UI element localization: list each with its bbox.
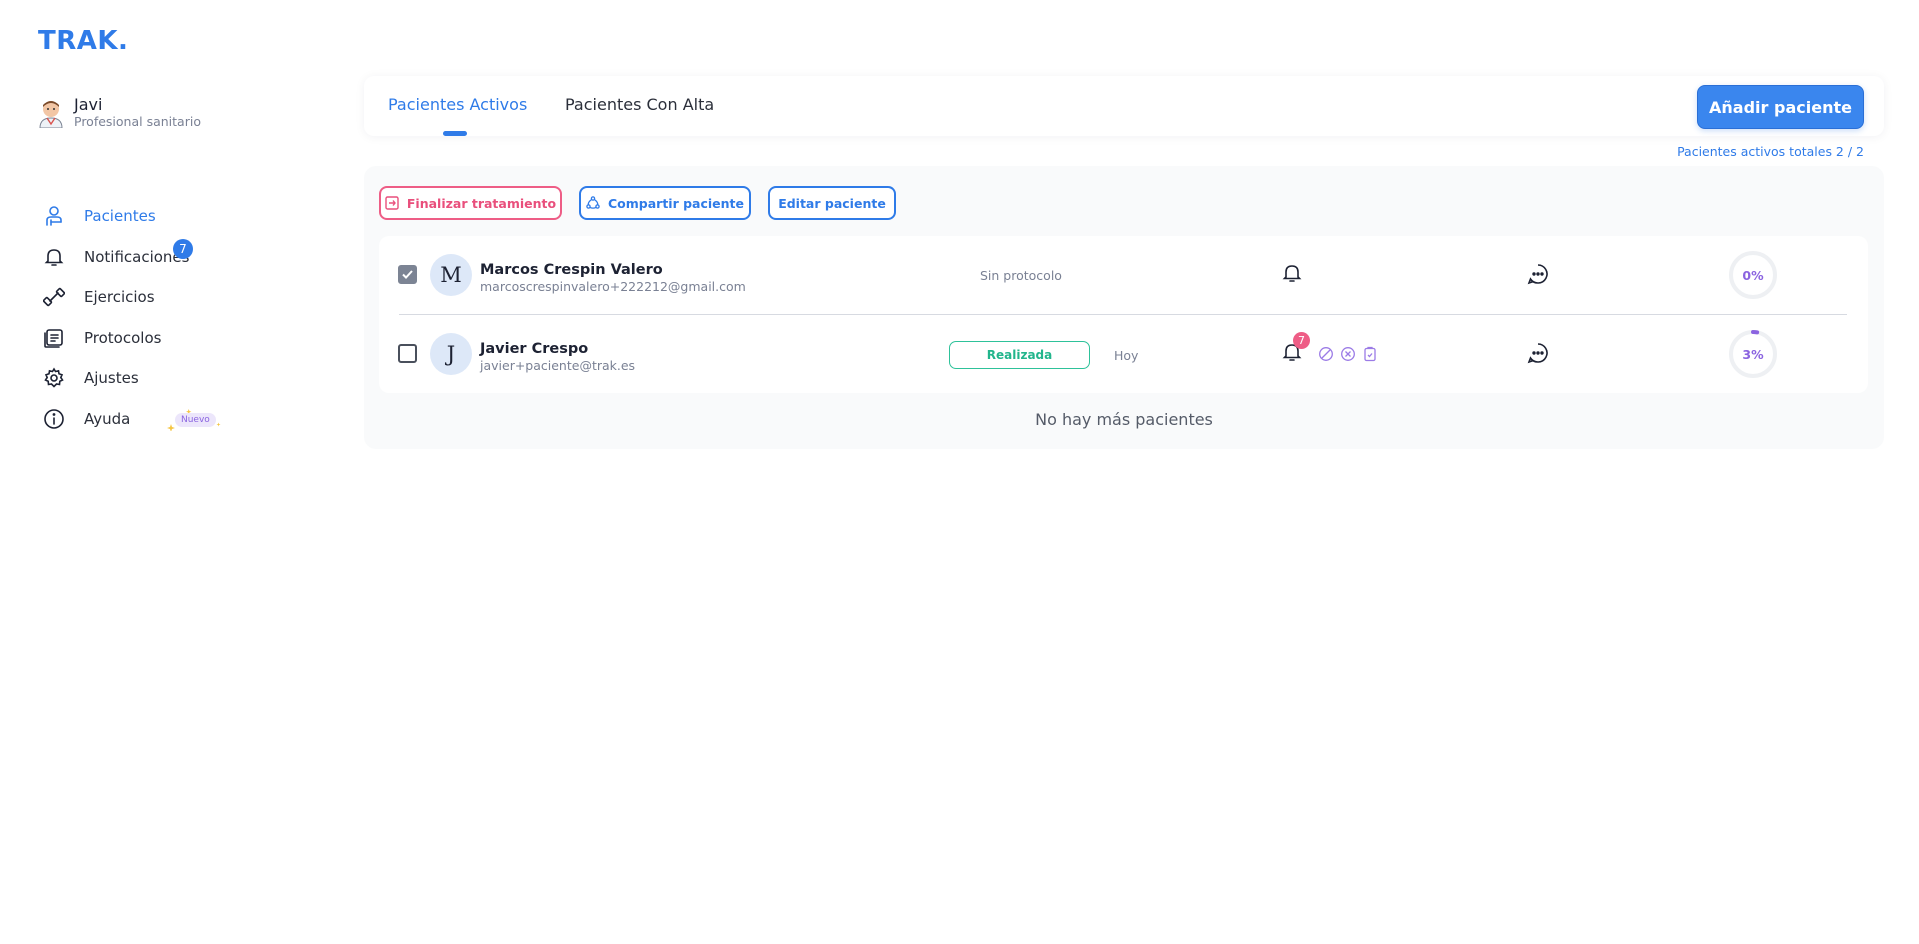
patient-email: javier+paciente@trak.es: [480, 358, 636, 373]
patient-row[interactable]: J Javier Crespo javier+paciente@trak.es …: [379, 315, 1868, 393]
active-patients-count: Pacientes activos totales 2 / 2: [1677, 144, 1864, 159]
skipped-icon: [1318, 346, 1334, 362]
share-patient-label: Compartir paciente: [607, 195, 745, 211]
tab-pacientes-con-alta[interactable]: Pacientes Con Alta: [565, 95, 714, 114]
edit-patient-button[interactable]: Editar paciente: [768, 186, 896, 220]
finish-treatment-button[interactable]: Finalizar tratamiento: [379, 186, 562, 220]
notification-count-badge: 7: [173, 238, 193, 259]
cancel-icon: [1340, 346, 1356, 362]
patient-icon: [42, 204, 66, 228]
patient-name[interactable]: Marcos Crespin Valero: [480, 262, 663, 278]
last-activity-date: Hoy: [1114, 348, 1139, 363]
active-tab-indicator: [443, 131, 467, 136]
sidebar-item-label: Ajustes: [84, 369, 139, 388]
tab-pacientes-activos[interactable]: Pacientes Activos: [388, 95, 527, 114]
new-badge-label: Nuevo: [175, 412, 216, 427]
protocol-status: Sin protocolo: [980, 268, 1062, 283]
edit-patient-label: Editar paciente: [778, 195, 886, 211]
user-role: Profesional sanitario: [74, 114, 201, 129]
sidebar-item-label: Ayuda: [84, 409, 131, 428]
clipboard-icon: [42, 326, 66, 350]
clipboard-check-icon: [1362, 346, 1378, 362]
bell-icon: [42, 245, 66, 269]
patient-email: marcoscrespinvalero+222212@gmail.com: [480, 279, 746, 294]
add-patient-button[interactable]: Añadir paciente: [1697, 85, 1864, 129]
sidebar-item-label: Protocolos: [84, 328, 162, 347]
new-feature-badge: Nuevo: [166, 408, 222, 431]
no-more-patients-text: No hay más pacientes: [1035, 410, 1213, 429]
patient-avatar: M: [430, 254, 472, 296]
sidebar-item-label: Pacientes: [84, 207, 156, 226]
chat-icon[interactable]: [1526, 262, 1550, 286]
dumbbell-icon: [42, 285, 66, 309]
sidebar-item-ejercicios[interactable]: Ejercicios: [42, 277, 189, 318]
share-patient-button[interactable]: Compartir paciente: [579, 186, 751, 220]
patient-avatar: J: [430, 333, 472, 375]
sidebar-item-protocolos[interactable]: Protocolos: [42, 318, 189, 359]
patient-checkbox[interactable]: [398, 265, 417, 284]
patient-list: M Marcos Crespin Valero marcoscrespinval…: [379, 236, 1868, 393]
patient-checkbox[interactable]: [398, 344, 417, 363]
patient-row[interactable]: M Marcos Crespin Valero marcoscrespinval…: [379, 236, 1868, 314]
info-icon: [42, 407, 66, 431]
sidebar-item-ayuda[interactable]: Ayuda Nuevo: [42, 399, 221, 440]
gear-icon: [42, 366, 66, 390]
sidebar-item-pacientes[interactable]: Pacientes: [42, 196, 189, 237]
bell-icon[interactable]: [1281, 262, 1303, 284]
app-logo[interactable]: TRAK.: [38, 26, 128, 56]
sidebar-nav: Pacientes Notificaciones 7 Ejercicios Pr…: [42, 196, 221, 440]
session-status-icons: [1318, 346, 1378, 362]
sidebar-item-notificaciones[interactable]: Notificaciones 7: [42, 237, 193, 278]
status-badge: Realizada: [949, 341, 1090, 369]
progress-label: 0%: [1742, 267, 1764, 283]
chat-icon[interactable]: [1526, 341, 1550, 365]
progress-ring: 3%: [1728, 329, 1778, 379]
finish-treatment-label: Finalizar tratamiento: [406, 195, 557, 211]
patient-name[interactable]: Javier Crespo: [480, 341, 588, 357]
sidebar-item-label: Ejercicios: [84, 288, 155, 307]
progress-ring: 0%: [1728, 250, 1778, 300]
share-icon: [586, 196, 600, 209]
user-profile[interactable]: Javi Profesional sanitario: [38, 96, 201, 130]
progress-label: 3%: [1742, 346, 1764, 362]
checkmark-icon: [402, 270, 413, 279]
exit-icon: [385, 196, 399, 210]
user-name: Javi: [74, 95, 103, 114]
tabs-bar: Pacientes Activos Pacientes Con Alta: [364, 76, 1884, 136]
notification-count-badge: 7: [1293, 332, 1310, 349]
doctor-avatar-icon: [39, 101, 63, 128]
sidebar-item-ajustes[interactable]: Ajustes: [42, 358, 189, 399]
